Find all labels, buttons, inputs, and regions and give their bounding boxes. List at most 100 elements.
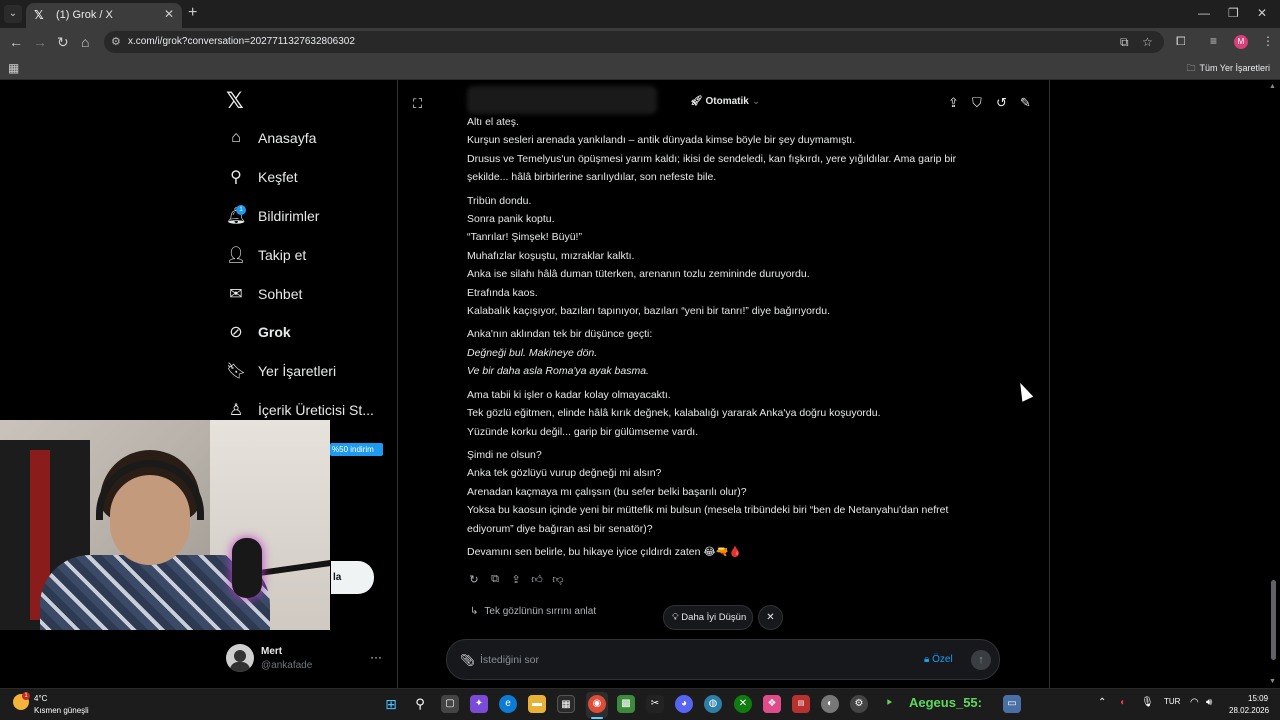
apps-grid-icon[interactable]: ▦	[8, 61, 19, 75]
discord-icon[interactable]: ◕	[675, 695, 693, 713]
game-app-icon[interactable]: ⯈	[880, 695, 898, 713]
store-icon[interactable]: ▦	[557, 695, 575, 713]
thumbs-down-icon[interactable]: 👎︎	[552, 573, 564, 586]
search-icon[interactable]: ⚲	[411, 695, 429, 713]
minecraft-icon[interactable]: ▩	[617, 695, 635, 713]
thumbs-up-icon[interactable]: 👍︎	[531, 573, 543, 586]
sidebar-item-label: Grok	[258, 324, 291, 340]
sidebar-item-label: İçerik Üreticisi St...	[258, 402, 374, 418]
game-launcher-icon[interactable]: ▤	[792, 695, 810, 713]
reply-arrow-icon: ↳	[470, 606, 479, 617]
mode-selector[interactable]: 🚀︎ Otomatik ⌄	[690, 96, 760, 107]
chrome-icon[interactable]: ◉	[588, 695, 606, 713]
capcut-icon[interactable]: ✂	[646, 695, 664, 713]
response-line: Kalabalık kaçışıyor, bazıları tapınıyor,…	[467, 305, 831, 318]
new-tab-button[interactable]: +	[188, 4, 197, 22]
forward-icon[interactable]: →	[33, 34, 47, 50]
bookmark-icon[interactable]: ⛉	[972, 95, 982, 111]
share-icon[interactable]: ⇪	[948, 95, 959, 111]
folder-icon: 🗀	[1186, 63, 1196, 73]
scroll-down-arrow[interactable]: ▼	[1269, 678, 1276, 685]
response-paragraph: Şimdi ne olsun? Anka tek gözlüyü vurup de…	[467, 446, 987, 538]
sidebar-item-home[interactable]: ⌂ Anasayfa	[226, 124, 316, 152]
weather-temperature[interactable]: 4°C	[34, 694, 47, 703]
tab-search-button[interactable]: ⌄	[4, 5, 22, 23]
media-controls-icon[interactable]: ≡	[1210, 34, 1217, 48]
grok-response: Altı el ateş. Kurşun sesleri arenada yank…	[467, 113, 987, 566]
post-button[interactable]: la	[331, 561, 374, 594]
account-name[interactable]: Mert	[261, 646, 282, 657]
x-logo-icon[interactable]: 𝕏	[226, 88, 244, 114]
avatar[interactable]	[226, 644, 254, 672]
language-indicator[interactable]: TUR	[1164, 697, 1180, 706]
xbox-icon[interactable]: ✕	[734, 695, 752, 713]
site-info-icon[interactable]: ⚙	[111, 35, 121, 48]
weather-description[interactable]: Kısmen güneşli	[34, 706, 89, 715]
account-more-icon[interactable]: ···	[370, 650, 382, 664]
network-app-icon[interactable]: ◍	[704, 695, 722, 713]
sidebar-item-follow[interactable]: 👤︎ Takip et	[226, 241, 306, 269]
wifi-icon[interactable]: ◠	[1190, 697, 1199, 708]
blurred-header	[467, 86, 657, 114]
tab-close-icon[interactable]: ✕	[164, 7, 174, 21]
clock-date[interactable]: 28.02.2026	[1229, 706, 1269, 715]
sidebar-item-grok[interactable]: ⊘ Grok	[226, 318, 291, 346]
sidebar-item-explore[interactable]: ⚲ Keşfet	[226, 163, 298, 191]
extensions-icon[interactable]: ⧠	[1176, 34, 1186, 49]
browser-tab[interactable]: 𝕏 (1) Grok / X ✕	[26, 3, 182, 28]
weather-badge: 1	[22, 692, 30, 700]
chrome-menu-icon[interactable]: ⋮	[1262, 34, 1274, 48]
private-mode-toggle[interactable]: 🔒︎ Özel	[924, 654, 953, 665]
send-button[interactable]: ↑	[971, 650, 991, 670]
history-icon[interactable]: ↺	[996, 95, 1007, 111]
tray-app-icon[interactable]: ◖	[1119, 697, 1125, 708]
copy-icon[interactable]: ⧉	[489, 573, 501, 586]
home-button-icon[interactable]: ⌂	[81, 34, 89, 50]
photos-icon[interactable]: ❖	[763, 695, 781, 713]
new-chat-icon[interactable]: ✎	[1020, 95, 1031, 111]
edge-icon[interactable]: e	[499, 695, 517, 713]
scrollbar-thumb[interactable]	[1271, 580, 1276, 660]
reload-icon[interactable]: ↻	[57, 34, 69, 50]
premium-discount-badge[interactable]: %50 indirim	[330, 443, 383, 456]
close-icon[interactable]: ✕	[758, 605, 783, 630]
start-icon[interactable]: ⊞	[382, 695, 400, 713]
webcam-microphone	[232, 538, 262, 598]
bookmark-star-icon[interactable]: ☆	[1142, 35, 1153, 49]
grok-composer[interactable]: 📎︎ İstediğini sor 🔒︎ Özel ↑	[446, 639, 1000, 680]
steam-icon[interactable]: ⚙	[850, 695, 868, 713]
app-icon[interactable]: ▭	[1003, 695, 1021, 713]
attach-icon[interactable]: 📎︎	[460, 653, 475, 667]
address-bar[interactable]: ⚙ x.com/i/grok?conversation=202771132763…	[104, 31, 1164, 53]
response-paragraph: Tribün dondu. Sonra panik koptu. “Tanrılar…	[467, 192, 987, 321]
tray-chevron-icon[interactable]: ⌃	[1098, 697, 1106, 708]
regenerate-icon[interactable]: ↻	[468, 573, 480, 586]
microphone-icon[interactable]: 🎙︎	[1141, 697, 1154, 708]
composer-input[interactable]: İstediğini sor	[480, 654, 539, 666]
sidebar-item-bookmarks[interactable]: 🔖︎ Yer İşaretleri	[226, 357, 336, 385]
app-icon[interactable]: ◐	[821, 695, 839, 713]
all-bookmarks-folder[interactable]: 🗀 Tüm Yer İşaretleri	[1186, 61, 1270, 77]
clock-time[interactable]: 15:09	[1248, 694, 1268, 703]
follow-up-suggestion[interactable]: ↳ Tek gözlünün sırrını anlat	[470, 606, 596, 617]
sidebar-item-chat[interactable]: ✉ Sohbet	[226, 280, 302, 308]
taskbar-username[interactable]: Aegeus_55:	[909, 695, 982, 710]
copilot-icon[interactable]: ✦	[470, 695, 488, 713]
install-app-icon[interactable]: ⧉	[1120, 35, 1129, 50]
share-icon[interactable]: ⇪	[510, 573, 522, 586]
profile-avatar[interactable]: M	[1234, 35, 1248, 49]
expand-icon[interactable]: ⛶	[413, 96, 422, 112]
account-handle[interactable]: @ankafade	[261, 660, 312, 671]
volume-icon[interactable]: 🔊︎	[1206, 697, 1212, 708]
think-harder-button[interactable]: 💡︎ Daha İyi Düşün	[663, 605, 753, 630]
file-explorer-icon[interactable]: ▬	[528, 695, 546, 713]
response-line: Anka ise silahı hâlâ duman tüterken, are…	[467, 268, 810, 281]
creator-icon: ♙	[228, 402, 244, 419]
minimize-button[interactable]: —	[1198, 6, 1210, 20]
maximize-button[interactable]: ❐	[1228, 6, 1239, 20]
back-icon[interactable]: ←	[9, 34, 23, 50]
window-close-button[interactable]: ✕	[1257, 6, 1267, 20]
task-view-icon[interactable]: ▢	[441, 695, 459, 713]
response-line: Tribün dondu.	[467, 194, 532, 207]
scroll-up-arrow[interactable]: ▲	[1269, 83, 1276, 90]
